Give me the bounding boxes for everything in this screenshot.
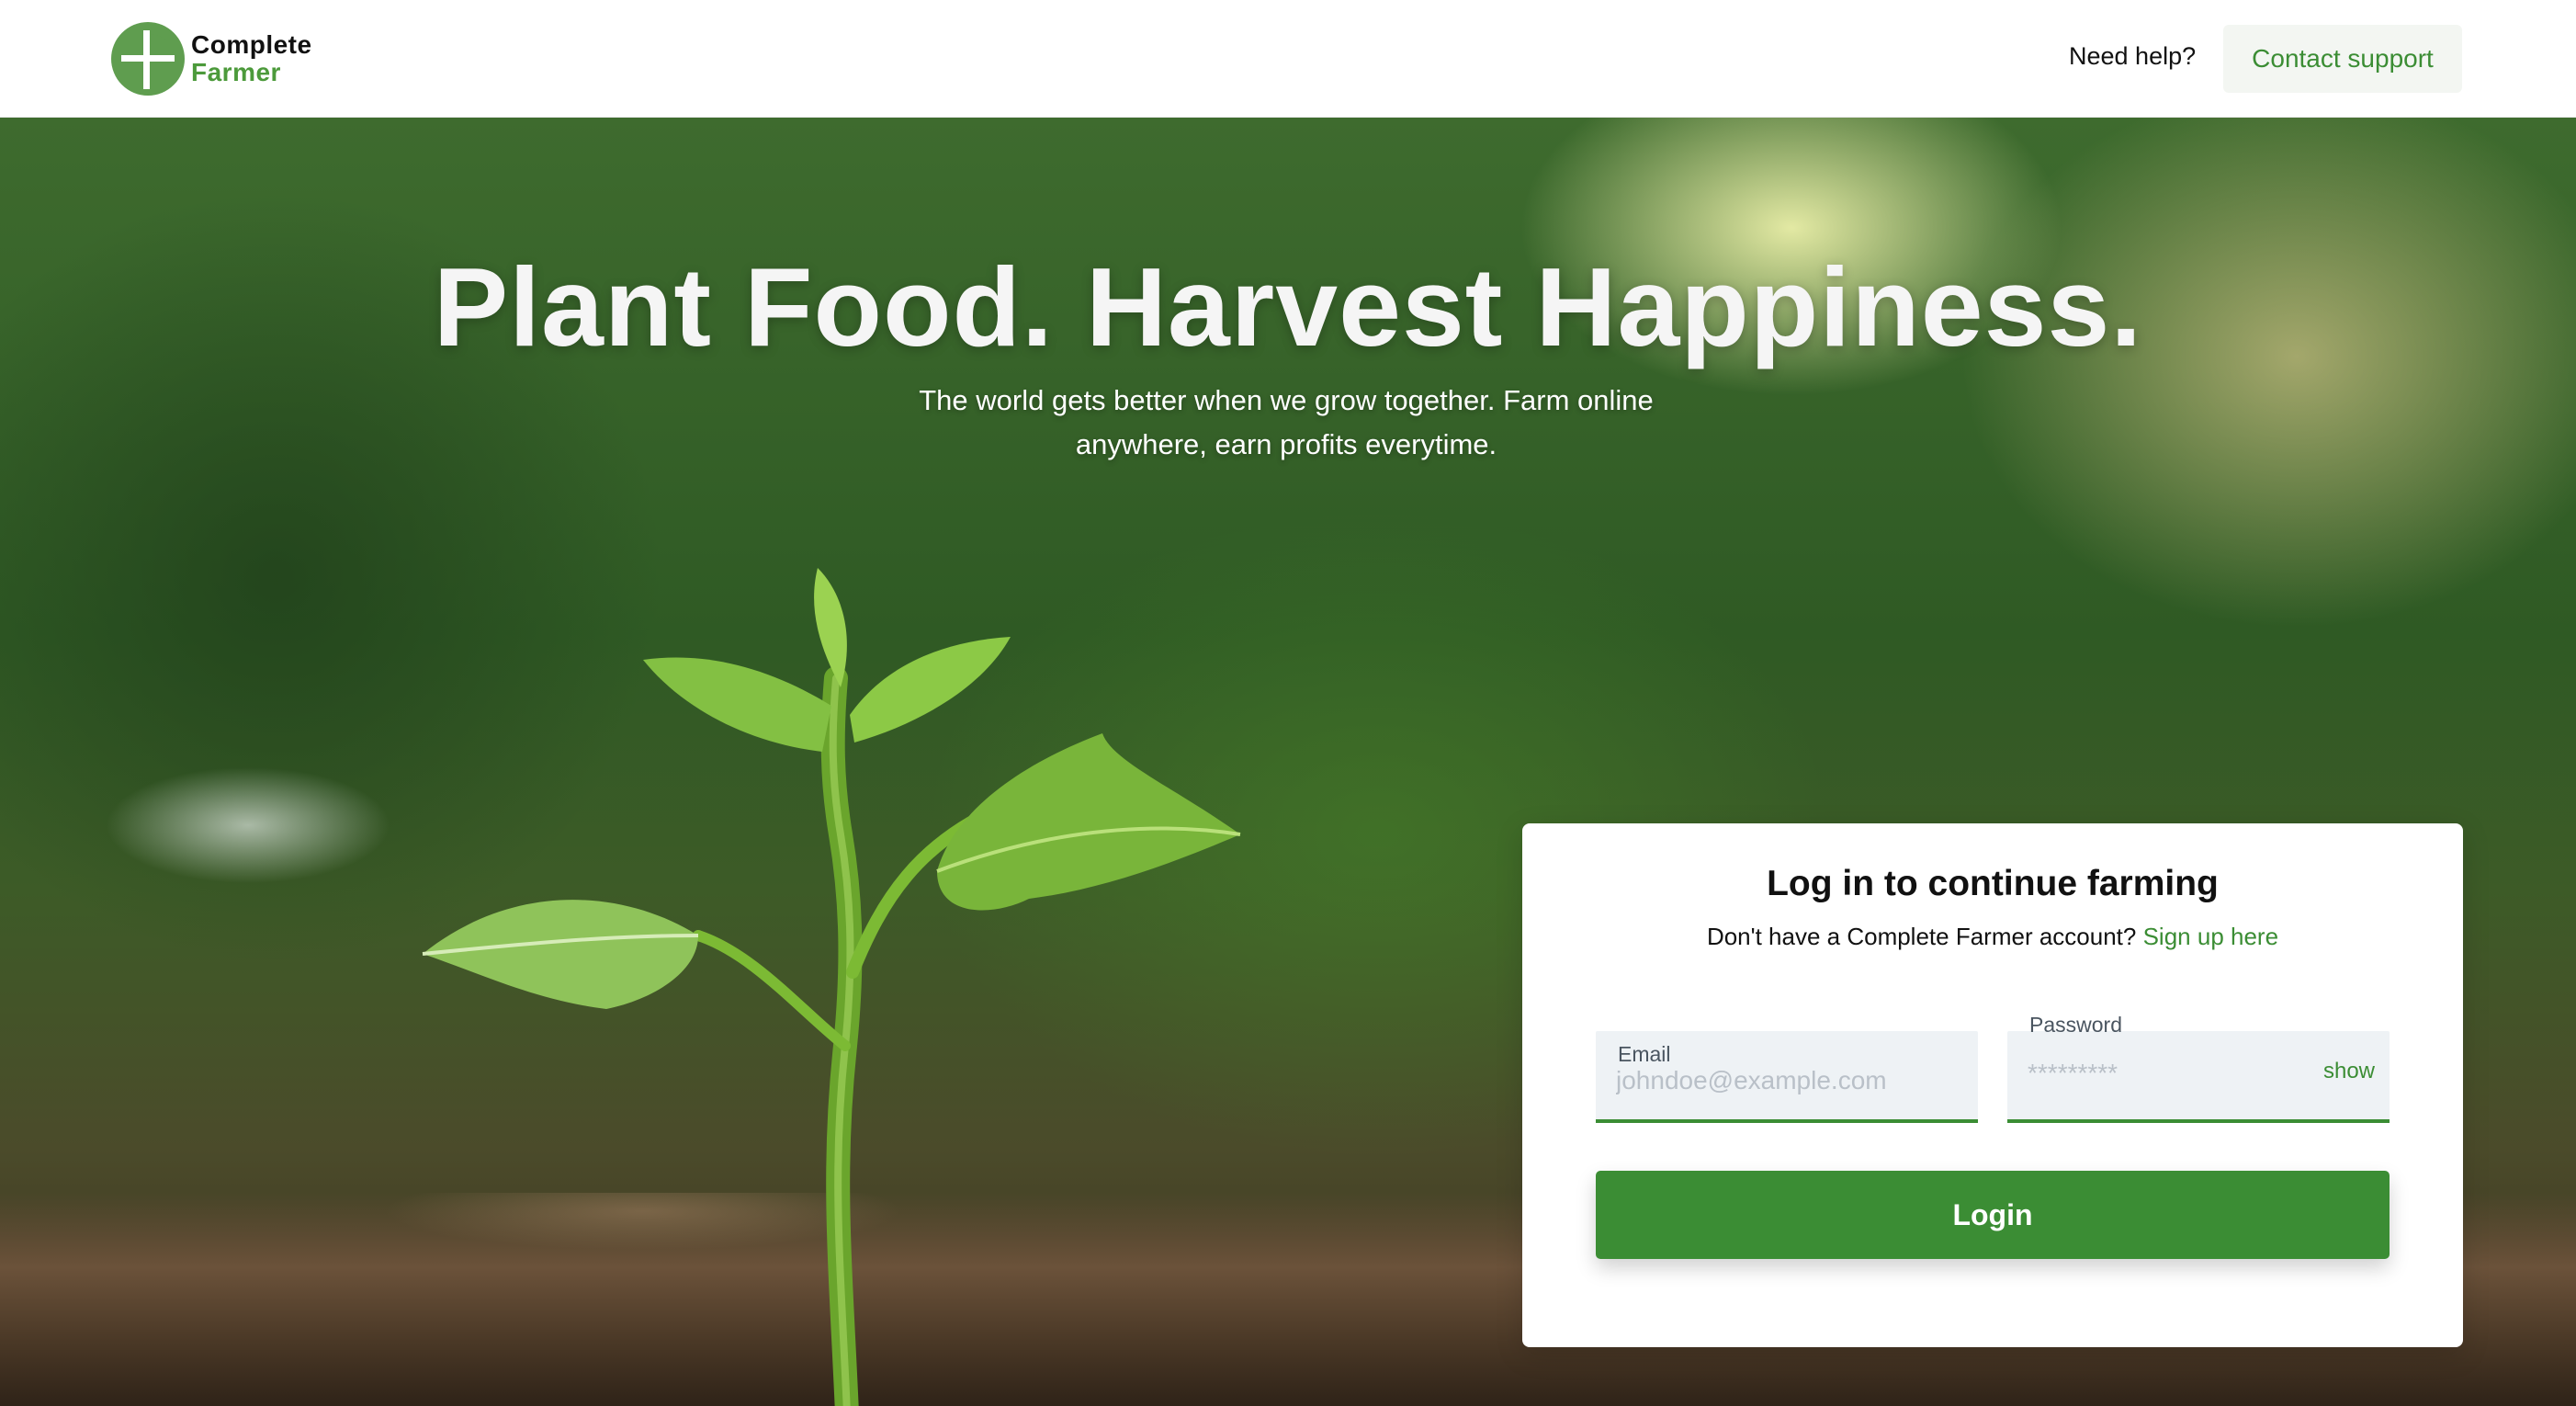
contact-support-button[interactable]: Contact support	[2223, 25, 2462, 93]
password-field[interactable]: Password show	[2007, 1013, 2390, 1123]
login-card: Log in to continue farming Don't have a …	[1522, 823, 2463, 1347]
logo-text-farmer: Farmer	[191, 58, 281, 86]
seedling-illustration	[422, 568, 1241, 1406]
login-button[interactable]: Login	[1596, 1171, 2390, 1259]
login-card-title: Log in to continue farming	[1767, 864, 2219, 903]
password-label: Password	[2029, 1013, 2122, 1037]
complete-farmer-logo-icon	[111, 22, 185, 96]
signup-prompt-text: Don't have a Complete Farmer account?	[1706, 923, 2137, 950]
email-field[interactable]: Email	[1596, 1031, 1978, 1123]
complete-farmer-logo[interactable]: Complete Farmer	[110, 20, 312, 97]
top-header: Complete Farmer Need help? Contact suppo…	[0, 0, 2576, 118]
logo-wordmark: Complete Farmer	[191, 32, 312, 85]
password-input[interactable]	[2028, 1053, 2303, 1094]
need-help-text: Need help?	[2069, 42, 2197, 70]
hero-section: Plant Food. Harvest Happiness. The world…	[0, 118, 2576, 1406]
sign-up-link[interactable]: Sign up here	[2143, 923, 2278, 950]
hero-subtitle: The world gets better when we grow toget…	[919, 384, 1654, 460]
show-password-toggle[interactable]: show	[2323, 1059, 2375, 1084]
hero-title: Plant Food. Harvest Happiness.	[433, 244, 2143, 369]
email-input[interactable]	[1616, 1060, 1928, 1101]
logo-text-complete: Complete	[191, 30, 312, 59]
signup-prompt: Don't have a Complete Farmer account? Si…	[1522, 923, 2463, 951]
